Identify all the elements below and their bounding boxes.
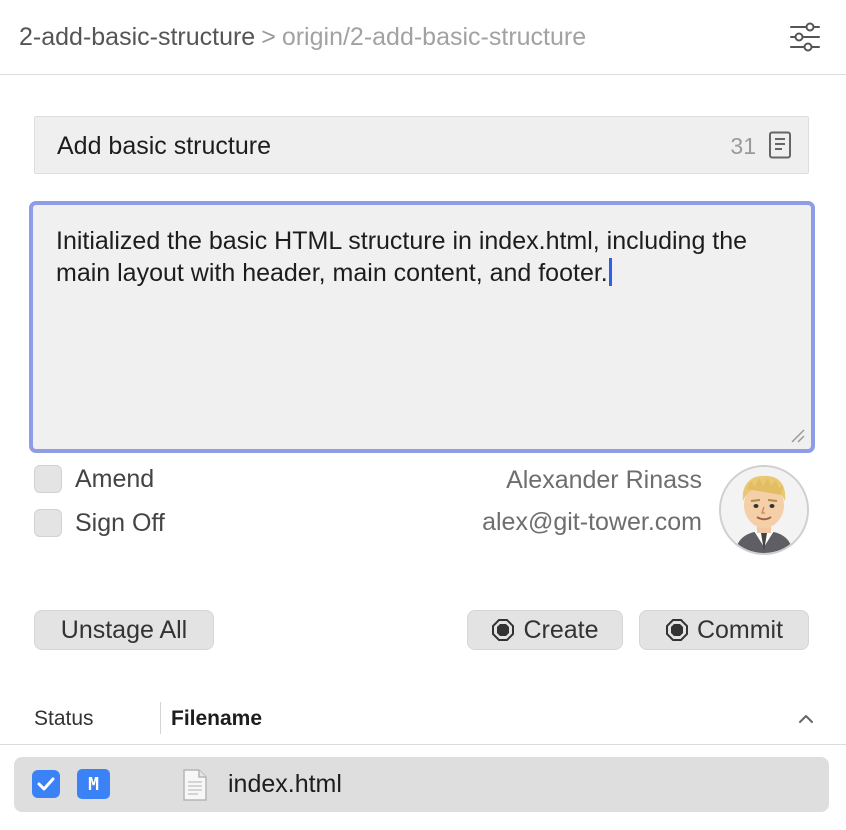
resize-handle-icon[interactable] [791, 429, 805, 443]
commit-summary-field[interactable]: Add basic structure 31 [34, 116, 809, 174]
column-divider[interactable] [160, 702, 161, 734]
breadcrumb-remote-branch[interactable]: origin/2-add-basic-structure [282, 23, 586, 51]
commit-label: Commit [696, 615, 784, 644]
unstage-all-label: Unstage All [60, 615, 188, 644]
commit-summary-text[interactable]: Add basic structure [57, 131, 271, 161]
stage-checkbox[interactable] [32, 770, 60, 798]
octagon-commit-icon [491, 618, 515, 642]
sliders-icon[interactable] [788, 20, 822, 54]
author-email: alex@git-tower.com [482, 508, 702, 536]
text-caret [608, 258, 612, 286]
commit-description-text[interactable]: Initialized the basic HTML structure in … [56, 225, 796, 289]
commit-button[interactable]: Commit [639, 610, 809, 650]
amend-label: Amend [75, 464, 155, 493]
table-row[interactable]: M index.html [14, 757, 829, 812]
create-label: Create [523, 615, 599, 644]
create-button[interactable]: Create [467, 610, 623, 650]
unstage-all-button[interactable]: Unstage All [34, 610, 214, 650]
top-bar: 2-add-basic-structure > origin/2-add-basic… [0, 0, 846, 75]
list-header-divider [0, 744, 846, 745]
breadcrumb-local-branch[interactable]: 2-add-basic-structure [19, 23, 255, 51]
document-icon[interactable] [768, 131, 792, 159]
avatar[interactable] [719, 465, 809, 555]
modified-status-badge: M [77, 769, 110, 799]
commit-description-field[interactable]: Initialized the basic HTML structure in … [29, 201, 815, 453]
breadcrumb-separator: > [261, 23, 276, 51]
octagon-commit-icon [665, 618, 689, 642]
checkmark-icon [37, 777, 55, 791]
author-name: Alexander Rinass [506, 466, 702, 494]
amend-checkbox-box[interactable] [34, 465, 62, 493]
signoff-checkbox[interactable]: Sign Off [34, 508, 165, 538]
column-header-status[interactable]: Status [34, 704, 94, 734]
summary-char-count: 31 [730, 133, 756, 159]
file-name: index.html [228, 770, 342, 798]
breadcrumb: 2-add-basic-structure > origin/2-add-basic… [19, 22, 586, 52]
column-header-filename[interactable]: Filename [171, 704, 262, 734]
signoff-label: Sign Off [75, 508, 165, 537]
amend-checkbox[interactable]: Amend [34, 464, 154, 494]
signoff-checkbox-box[interactable] [34, 509, 62, 537]
html-file-icon [182, 769, 208, 801]
chevron-up-icon[interactable] [797, 711, 815, 725]
